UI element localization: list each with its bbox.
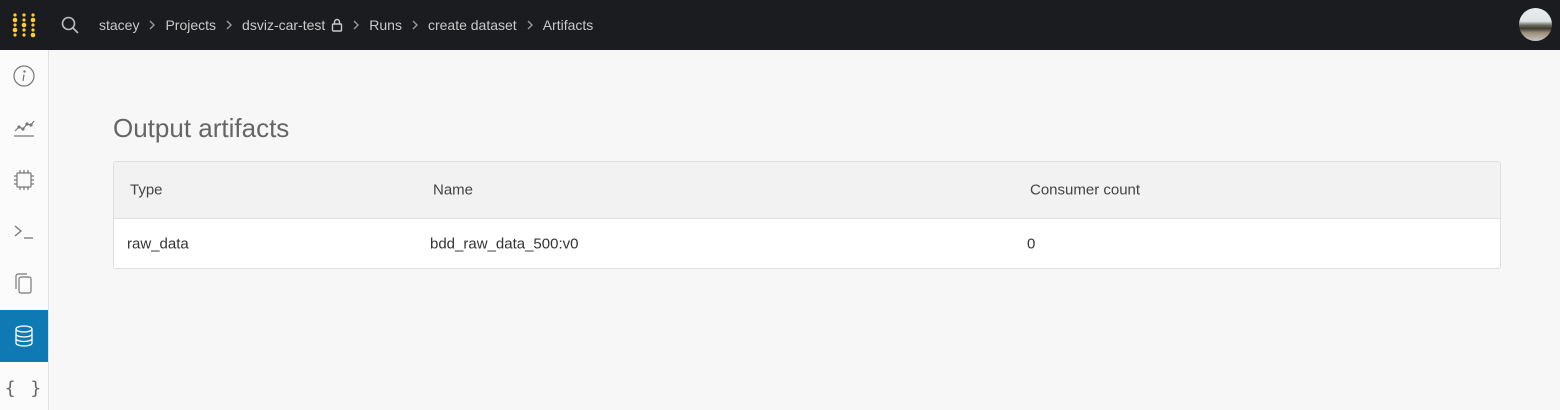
wandb-logo-icon[interactable] <box>0 0 48 50</box>
artifacts-table: Type Name Consumer count raw_data bdd_ra… <box>113 161 1501 269</box>
sidebar-item-config[interactable]: { } <box>0 362 48 410</box>
chevron-right-icon <box>225 19 233 31</box>
page-title: Output artifacts <box>113 113 290 143</box>
info-icon <box>13 65 35 87</box>
braces-icon: { } <box>4 377 44 399</box>
breadcrumb: stacey Projects dsviz-car-test Runs crea… <box>99 17 593 33</box>
chevron-right-icon <box>352 19 360 31</box>
breadcrumb-user[interactable]: stacey <box>99 17 139 33</box>
column-header-consumer-count[interactable]: Consumer count <box>1030 182 1140 199</box>
breadcrumb-runs[interactable]: Runs <box>369 17 402 33</box>
breadcrumb-artifacts[interactable]: Artifacts <box>543 17 594 33</box>
chart-icon <box>14 120 35 137</box>
breadcrumb-projects[interactable]: Projects <box>165 17 216 33</box>
database-icon <box>15 325 33 347</box>
breadcrumb-project[interactable]: dsviz-car-test <box>242 17 325 33</box>
main-content: Output artifacts Type Name Consumer coun… <box>49 50 1560 410</box>
terminal-icon <box>14 225 33 239</box>
run-sidebar: { } <box>0 50 49 410</box>
artifact-consumer-count: 0 <box>1027 235 1036 253</box>
column-header-type[interactable]: Type <box>130 182 163 199</box>
sidebar-item-artifacts[interactable] <box>0 310 48 362</box>
chevron-right-icon <box>148 19 156 31</box>
lock-icon <box>331 18 343 32</box>
sidebar-item-files[interactable] <box>0 258 48 310</box>
chevron-right-icon <box>526 19 534 31</box>
avatar[interactable] <box>1519 8 1552 41</box>
top-navigation-bar: stacey Projects dsviz-car-test Runs crea… <box>0 0 1560 50</box>
sidebar-item-overview[interactable] <box>0 50 48 102</box>
breadcrumb-run[interactable]: create dataset <box>428 17 517 33</box>
search-icon[interactable] <box>50 0 90 50</box>
table-header: Type Name Consumer count <box>114 162 1500 219</box>
files-icon <box>15 273 32 294</box>
chevron-right-icon <box>411 19 419 31</box>
sidebar-item-logs[interactable] <box>0 206 48 258</box>
artifact-type: raw_data <box>127 235 189 253</box>
cpu-icon <box>14 170 34 190</box>
table-row[interactable]: raw_data bdd_raw_data_500:v0 0 <box>114 219 1500 268</box>
column-header-name[interactable]: Name <box>433 182 473 199</box>
artifact-name-link[interactable]: bdd_raw_data_500:v0 <box>430 236 578 253</box>
sidebar-item-charts[interactable] <box>0 102 48 154</box>
sidebar-item-system[interactable] <box>0 154 48 206</box>
